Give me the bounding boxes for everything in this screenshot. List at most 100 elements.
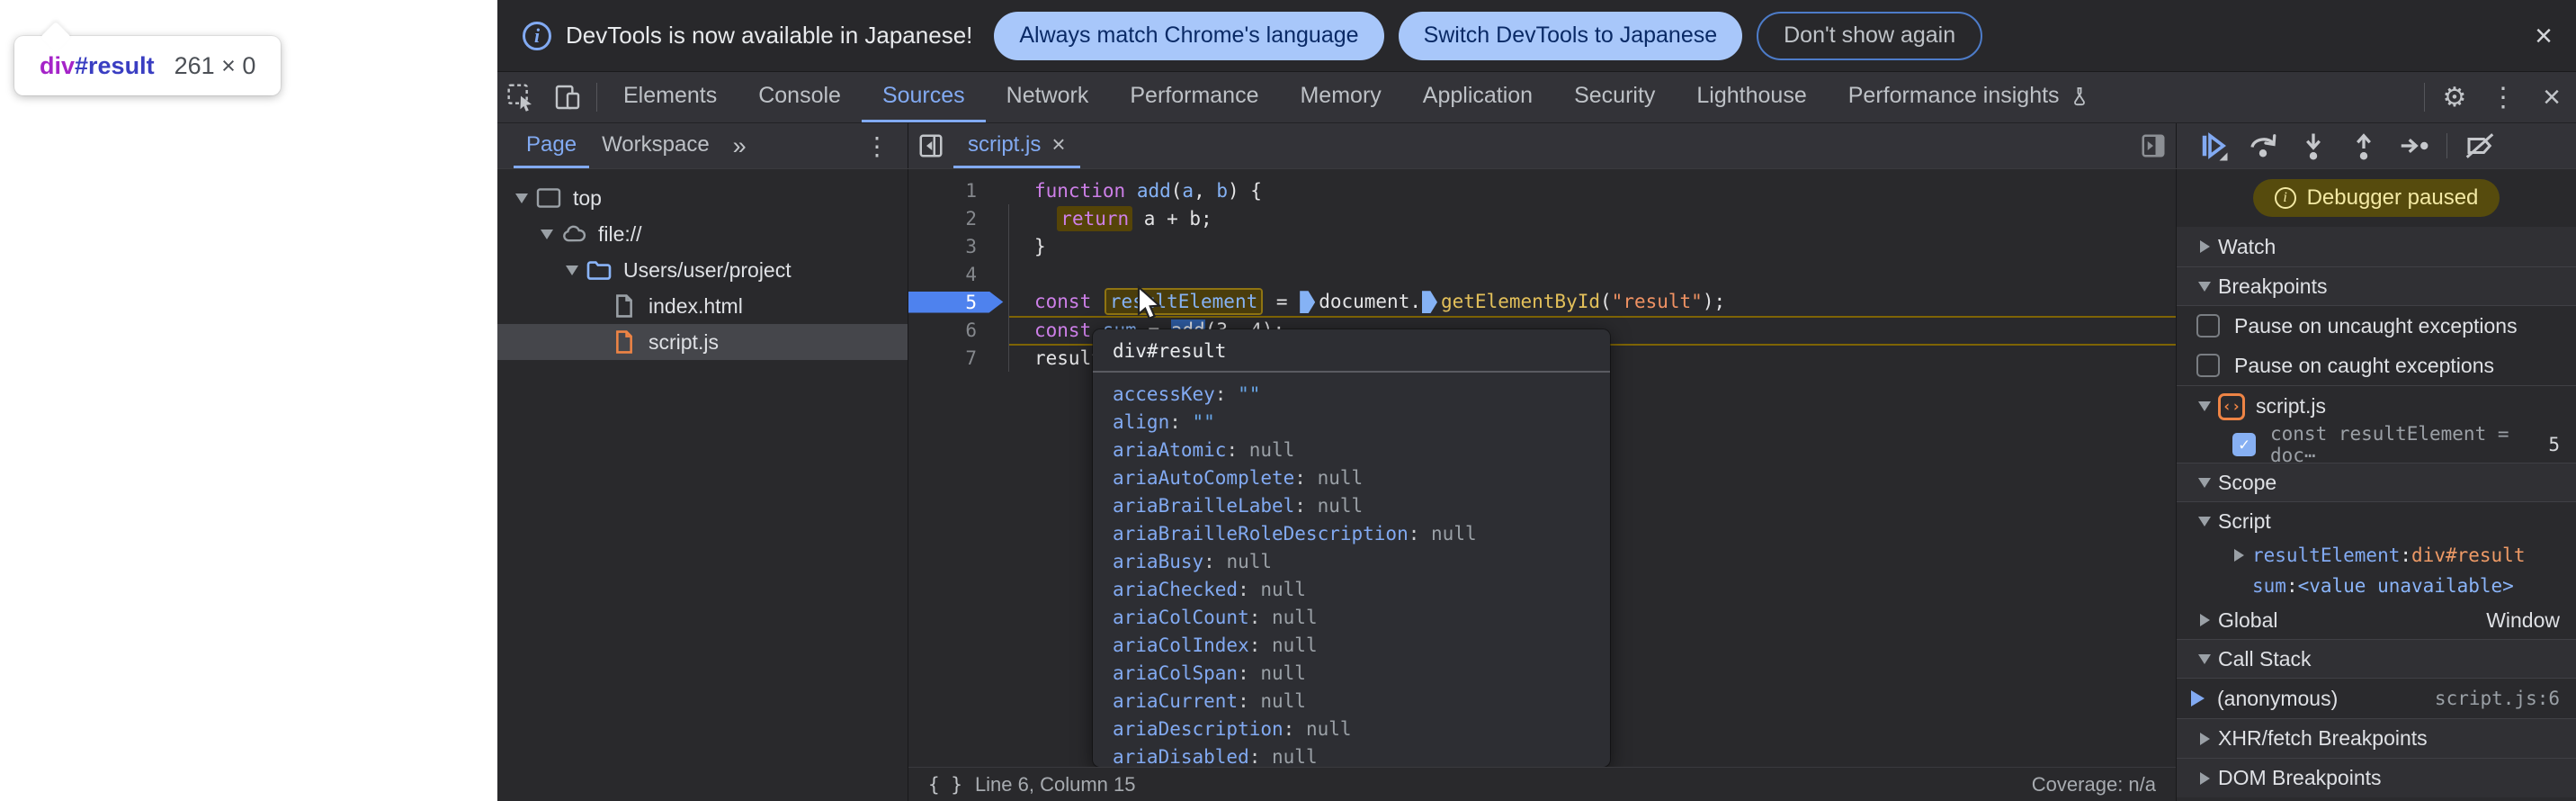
tree-item-label: index.html bbox=[648, 294, 743, 319]
tab-elements[interactable]: Elements bbox=[603, 72, 738, 122]
always-match-language-button[interactable]: Always match Chrome's language bbox=[994, 12, 1383, 60]
toggle-navigator-icon[interactable] bbox=[908, 123, 953, 168]
tab-console[interactable]: Console bbox=[738, 72, 862, 122]
navigator-menu-kebab-icon[interactable]: ⋮ bbox=[846, 123, 908, 168]
line-number[interactable]: 3 bbox=[908, 236, 1009, 257]
tree-item-users-user-project[interactable]: Users/user/project bbox=[497, 252, 908, 288]
caret-right-icon[interactable] bbox=[2191, 240, 2218, 253]
step-over-icon[interactable] bbox=[2240, 125, 2286, 166]
breakpoint-entry[interactable]: ✓const resultElement = doc⋯5 bbox=[2177, 427, 2576, 463]
line-number[interactable]: 4 bbox=[908, 264, 1009, 285]
infobar-close-icon[interactable]: × bbox=[2535, 21, 2553, 51]
caret-down-icon[interactable] bbox=[2191, 282, 2218, 292]
tree-item-top[interactable]: top bbox=[497, 180, 908, 216]
continue-to-here-icon[interactable] bbox=[1300, 291, 1315, 313]
checkbox-icon[interactable] bbox=[2196, 354, 2220, 377]
deactivate-breakpoints-icon[interactable] bbox=[2456, 125, 2503, 166]
property-value: null bbox=[1272, 634, 1318, 656]
tree-item-script-js[interactable]: script.js bbox=[497, 324, 908, 360]
step-into-icon[interactable] bbox=[2290, 125, 2337, 166]
caret-right-icon[interactable] bbox=[2225, 549, 2252, 562]
property-colon: : bbox=[1409, 523, 1431, 544]
toggle-debugger-sidebar-icon[interactable] bbox=[2131, 123, 2176, 168]
info-icon: i bbox=[523, 22, 551, 50]
tab-memory[interactable]: Memory bbox=[1279, 72, 1401, 122]
popup-property-row: ariaBusy: null bbox=[1113, 547, 1590, 575]
scope-script[interactable]: Script bbox=[2177, 502, 2576, 540]
editor-tab-close-icon[interactable]: × bbox=[1051, 130, 1065, 158]
tab-performance[interactable]: Performance bbox=[1109, 72, 1279, 122]
section-dom-breakpoints[interactable]: DOM Breakpoints bbox=[2177, 758, 2576, 797]
scope-global[interactable]: GlobalWindow bbox=[2177, 601, 2576, 639]
section-label: DOM Breakpoints bbox=[2218, 766, 2382, 790]
checkbox-icon[interactable] bbox=[2196, 314, 2220, 338]
tooltip-tag: div bbox=[40, 52, 75, 80]
breakpoint-group-script-js[interactable]: ‹›script.js bbox=[2177, 385, 2576, 427]
variable-name: resultElement bbox=[2252, 544, 2400, 566]
line-number[interactable]: 2 bbox=[908, 208, 1009, 230]
scope-label: Global bbox=[2218, 608, 2277, 633]
caret-right-icon[interactable] bbox=[2191, 772, 2218, 785]
secondary-toolbar: Page Workspace » ⋮ script.js × bbox=[497, 123, 2576, 169]
section-scope[interactable]: Scope bbox=[2177, 463, 2576, 502]
line-number[interactable]: 7 bbox=[908, 347, 1009, 369]
section-watch[interactable]: Watch bbox=[2177, 227, 2576, 266]
main-toolbar: ElementsConsoleSourcesNetworkPerformance… bbox=[497, 72, 2576, 123]
tab-workspace[interactable]: Workspace bbox=[589, 123, 722, 168]
caret-right-icon[interactable] bbox=[2191, 733, 2218, 745]
tab-lighthouse[interactable]: Lighthouse bbox=[1676, 72, 1827, 122]
devtools-close-icon[interactable]: × bbox=[2527, 83, 2576, 112]
line-number[interactable]: 6 bbox=[908, 320, 1009, 341]
panel-tabs: ElementsConsoleSourcesNetworkPerformance… bbox=[603, 72, 2111, 122]
property-value: "" bbox=[1238, 383, 1260, 405]
property-value: null bbox=[1431, 523, 1477, 544]
checkbox-pause-on-uncaught-exceptions[interactable]: Pause on uncaught exceptions bbox=[2177, 306, 2576, 346]
controls-divider bbox=[2446, 133, 2447, 158]
line-number[interactable]: 1 bbox=[908, 180, 1009, 202]
section-breakpoints[interactable]: Breakpoints bbox=[2177, 266, 2576, 306]
token: resultElement bbox=[1106, 290, 1261, 313]
tree-caret-icon[interactable] bbox=[510, 194, 533, 203]
token: const bbox=[1034, 291, 1091, 312]
tab-sources[interactable]: Sources bbox=[862, 72, 986, 122]
step-out-icon[interactable] bbox=[2340, 125, 2387, 166]
variable-resultelement[interactable]: resultElement: div#result bbox=[2177, 540, 2576, 571]
tab-page[interactable]: Page bbox=[514, 123, 589, 168]
resume-script-icon[interactable] bbox=[2189, 125, 2236, 166]
tab-security[interactable]: Security bbox=[1553, 72, 1676, 122]
more-tabs-icon[interactable]: » bbox=[722, 123, 757, 168]
continue-to-here-icon[interactable] bbox=[1422, 291, 1437, 313]
caret-down-icon[interactable] bbox=[2191, 654, 2218, 664]
checkbox-pause-on-caught-exceptions[interactable]: Pause on caught exceptions bbox=[2177, 346, 2576, 385]
tree-item-file-[interactable]: file:// bbox=[497, 216, 908, 252]
step-icon[interactable] bbox=[2391, 125, 2437, 166]
caret-down-icon[interactable] bbox=[2191, 401, 2218, 411]
caret-down-icon[interactable] bbox=[2191, 478, 2218, 488]
tree-caret-icon[interactable] bbox=[560, 266, 584, 275]
variable-sum[interactable]: sum: <value unavailable> bbox=[2177, 571, 2576, 601]
tab-network[interactable]: Network bbox=[986, 72, 1110, 122]
tab-application[interactable]: Application bbox=[1402, 72, 1553, 122]
code-line-3: 3} bbox=[908, 232, 2176, 260]
property-value: null bbox=[1249, 439, 1295, 461]
file-js-icon bbox=[609, 329, 640, 355]
settings-gear-icon[interactable]: ⚙ bbox=[2430, 83, 2479, 112]
more-options-kebab-icon[interactable]: ⋮ bbox=[2479, 83, 2527, 112]
device-toolbar-icon[interactable] bbox=[544, 72, 591, 122]
token: , bbox=[1194, 180, 1216, 202]
tab-performance-insights[interactable]: Performance insights bbox=[1828, 72, 2111, 122]
inspect-element-icon[interactable] bbox=[497, 72, 544, 122]
section-xhr-fetch-breakpoints[interactable]: XHR/fetch Breakpoints bbox=[2177, 718, 2576, 758]
breakpoint-checkbox-icon[interactable]: ✓ bbox=[2232, 433, 2256, 456]
section-call-stack[interactable]: Call Stack bbox=[2177, 639, 2576, 679]
dont-show-again-button[interactable]: Don't show again bbox=[1757, 12, 1982, 60]
breakpoint-badge[interactable]: 5 bbox=[908, 292, 1009, 313]
editor-tab-scriptjs[interactable]: script.js × bbox=[953, 123, 1080, 168]
tree-caret-icon[interactable] bbox=[535, 230, 559, 239]
pretty-print-icon[interactable]: { } bbox=[928, 774, 962, 796]
caret-down-icon[interactable] bbox=[2191, 517, 2218, 526]
switch-devtools-japanese-button[interactable]: Switch DevTools to Japanese bbox=[1399, 12, 1743, 60]
callstack-frame[interactable]: (anonymous)script.js:6 bbox=[2177, 679, 2576, 718]
caret-right-icon[interactable] bbox=[2191, 614, 2218, 626]
tree-item-index-html[interactable]: index.html bbox=[497, 288, 908, 324]
